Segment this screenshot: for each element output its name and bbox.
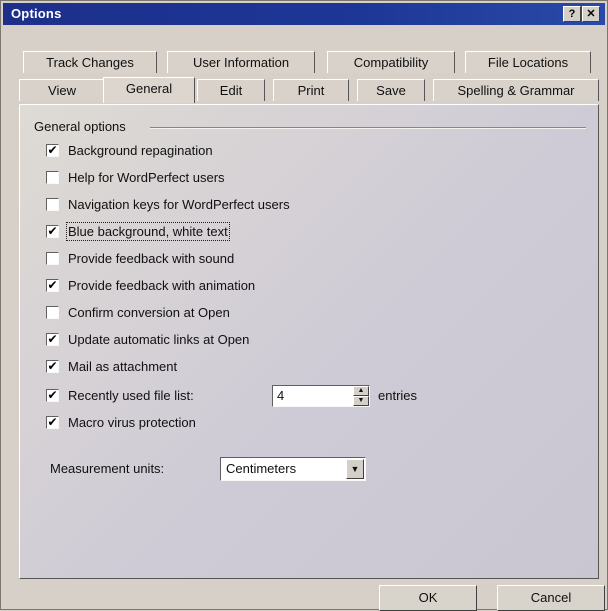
checkbox[interactable]: ✔ bbox=[46, 389, 59, 402]
checkbox[interactable] bbox=[46, 252, 59, 265]
recent-files-spinner[interactable]: 4 ▲ ▼ bbox=[272, 385, 370, 407]
tab-edit[interactable]: Edit bbox=[197, 79, 265, 101]
spin-up-icon[interactable]: ▲ bbox=[353, 386, 369, 396]
close-icon[interactable]: ✕ bbox=[582, 6, 600, 22]
tab-spelling-grammar[interactable]: Spelling & Grammar bbox=[433, 79, 599, 101]
measurement-units-label: Measurement units: bbox=[50, 461, 165, 476]
tab-user-information[interactable]: User Information bbox=[167, 51, 315, 73]
checkbox[interactable]: ✔ bbox=[46, 144, 59, 157]
ok-button[interactable]: OK bbox=[379, 585, 477, 611]
cancel-button[interactable]: Cancel bbox=[497, 585, 605, 611]
tab-save[interactable]: Save bbox=[357, 79, 425, 101]
chevron-down-icon[interactable]: ▼ bbox=[346, 459, 364, 479]
tab-general[interactable]: General bbox=[103, 77, 195, 103]
tab-print[interactable]: Print bbox=[273, 79, 349, 101]
spin-down-icon[interactable]: ▼ bbox=[353, 396, 369, 406]
title-bar[interactable]: Options ? ✕ bbox=[3, 3, 605, 25]
recent-files-count[interactable]: 4 bbox=[277, 388, 284, 403]
measurement-units-select[interactable]: Centimeters ▼ bbox=[220, 457, 366, 481]
checkbox[interactable]: ✔ bbox=[46, 333, 59, 346]
tab-compatibility[interactable]: Compatibility bbox=[327, 51, 455, 73]
general-panel: General options ✔ Background repagination… bbox=[19, 104, 599, 579]
checkbox[interactable]: ✔ bbox=[46, 225, 59, 238]
checkbox[interactable]: ✔ bbox=[46, 416, 59, 429]
checkbox[interactable] bbox=[46, 198, 59, 211]
checkbox[interactable]: ✔ bbox=[46, 360, 59, 373]
options-dialog: Options ? ✕ Track Changes User Informati… bbox=[0, 0, 608, 611]
checkbox[interactable]: ✔ bbox=[46, 279, 59, 292]
help-icon[interactable]: ? bbox=[563, 6, 581, 22]
checkbox[interactable] bbox=[46, 171, 59, 184]
measurement-units-value: Centimeters bbox=[226, 461, 297, 476]
entries-label: entries bbox=[378, 388, 418, 403]
general-options-heading: General options bbox=[34, 119, 126, 134]
tab-track-changes[interactable]: Track Changes bbox=[23, 51, 157, 73]
tab-file-locations[interactable]: File Locations bbox=[465, 51, 591, 73]
tab-view[interactable]: View bbox=[19, 79, 105, 101]
dialog-title: Options bbox=[11, 6, 62, 21]
group-divider bbox=[150, 127, 586, 129]
checkbox[interactable] bbox=[46, 306, 59, 319]
